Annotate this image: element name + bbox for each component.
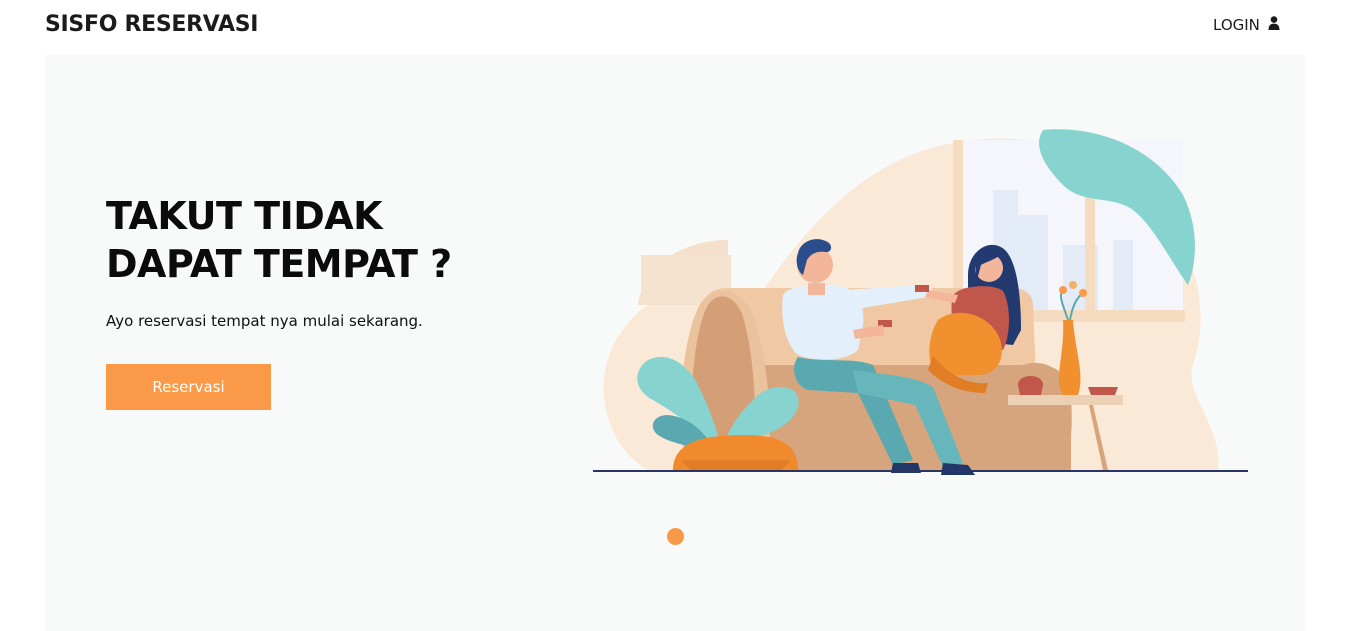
reservasi-button[interactable]: Reservasi	[106, 364, 271, 410]
couple-sofa-illustration	[593, 125, 1248, 480]
login-link[interactable]: LOGIN	[1213, 16, 1280, 34]
hero-section: TAKUT TIDAK DAPAT TEMPAT ? Ayo reservasi…	[45, 55, 1305, 631]
login-label: LOGIN	[1213, 16, 1260, 34]
hero-subtitle: Ayo reservasi tempat nya mulai sekarang.	[106, 312, 423, 330]
brand-logo[interactable]: SISFO RESERVASI	[45, 12, 258, 37]
user-icon	[1268, 16, 1280, 34]
hero-title: TAKUT TIDAK DAPAT TEMPAT ?	[106, 194, 452, 286]
navbar: SISFO RESERVASI LOGIN	[0, 0, 1348, 55]
carousel-indicator-dot[interactable]	[667, 528, 684, 545]
